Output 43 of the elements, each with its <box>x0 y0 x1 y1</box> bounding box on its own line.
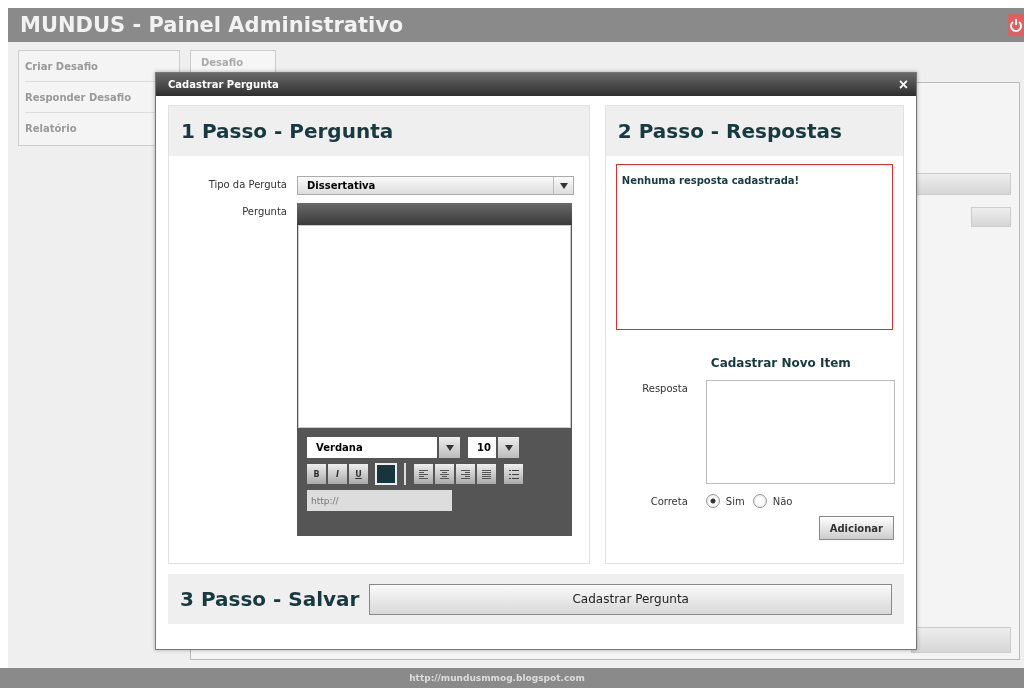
caret-icon <box>504 444 513 451</box>
type-select[interactable]: Dissertativa <box>297 176 574 195</box>
format-button[interactable]: I <box>328 464 347 484</box>
empty-message: Nenhuma resposta cadastrada! <box>621 175 800 186</box>
size-dropdown-button[interactable] <box>498 437 519 458</box>
section-heading: Cadastrar Novo Item <box>710 356 852 370</box>
text-color-swatch[interactable] <box>375 463 397 485</box>
caret-icon <box>445 444 454 451</box>
size-select[interactable]: 10 <box>468 437 496 458</box>
align-right-icon <box>461 469 470 479</box>
font-select[interactable]: Verdana <box>307 437 437 458</box>
answer-field[interactable] <box>705 380 895 484</box>
radio-button[interactable] <box>752 494 767 508</box>
font-dropdown-button[interactable] <box>439 437 460 458</box>
power-icon[interactable] <box>1008 14 1024 36</box>
add-button[interactable]: Adicionar <box>818 516 894 540</box>
step-heading: 3 Passo - Salvar <box>180 587 360 611</box>
radio-button[interactable] <box>705 494 720 508</box>
list-icon <box>508 469 519 479</box>
align-button[interactable] <box>435 464 454 484</box>
app-title: MUNDUS - Painel Administrativo <box>20 13 404 37</box>
field-label: Pergunta <box>241 205 287 217</box>
align-button[interactable] <box>456 464 475 484</box>
save-button[interactable]: Cadastrar Pergunta <box>369 583 892 615</box>
align-left-icon <box>419 469 428 479</box>
close-button[interactable]: × <box>898 76 908 93</box>
step-heading: 1 Passo - Pergunta <box>181 119 394 143</box>
step-heading: 2 Passo - Respostas <box>617 119 842 143</box>
justify-icon <box>482 469 491 479</box>
caret-icon <box>559 182 568 189</box>
format-button[interactable]: U <box>349 464 368 484</box>
list-button[interactable] <box>504 464 523 484</box>
radio-label: Sim <box>725 495 745 507</box>
footer-url: http://mundusmmog.blogspot.com <box>0 668 1024 688</box>
align-center-icon <box>440 469 449 479</box>
field-label: Correta <box>649 495 688 507</box>
field-label: Resposta <box>641 382 688 394</box>
field-label: Tipo da Perguta <box>207 178 287 190</box>
radio-label: Não <box>772 495 793 507</box>
format-button[interactable]: B <box>307 464 326 484</box>
link-input-field[interactable]: http:// <box>307 490 452 511</box>
align-button[interactable] <box>477 464 496 484</box>
align-button[interactable] <box>414 464 433 484</box>
